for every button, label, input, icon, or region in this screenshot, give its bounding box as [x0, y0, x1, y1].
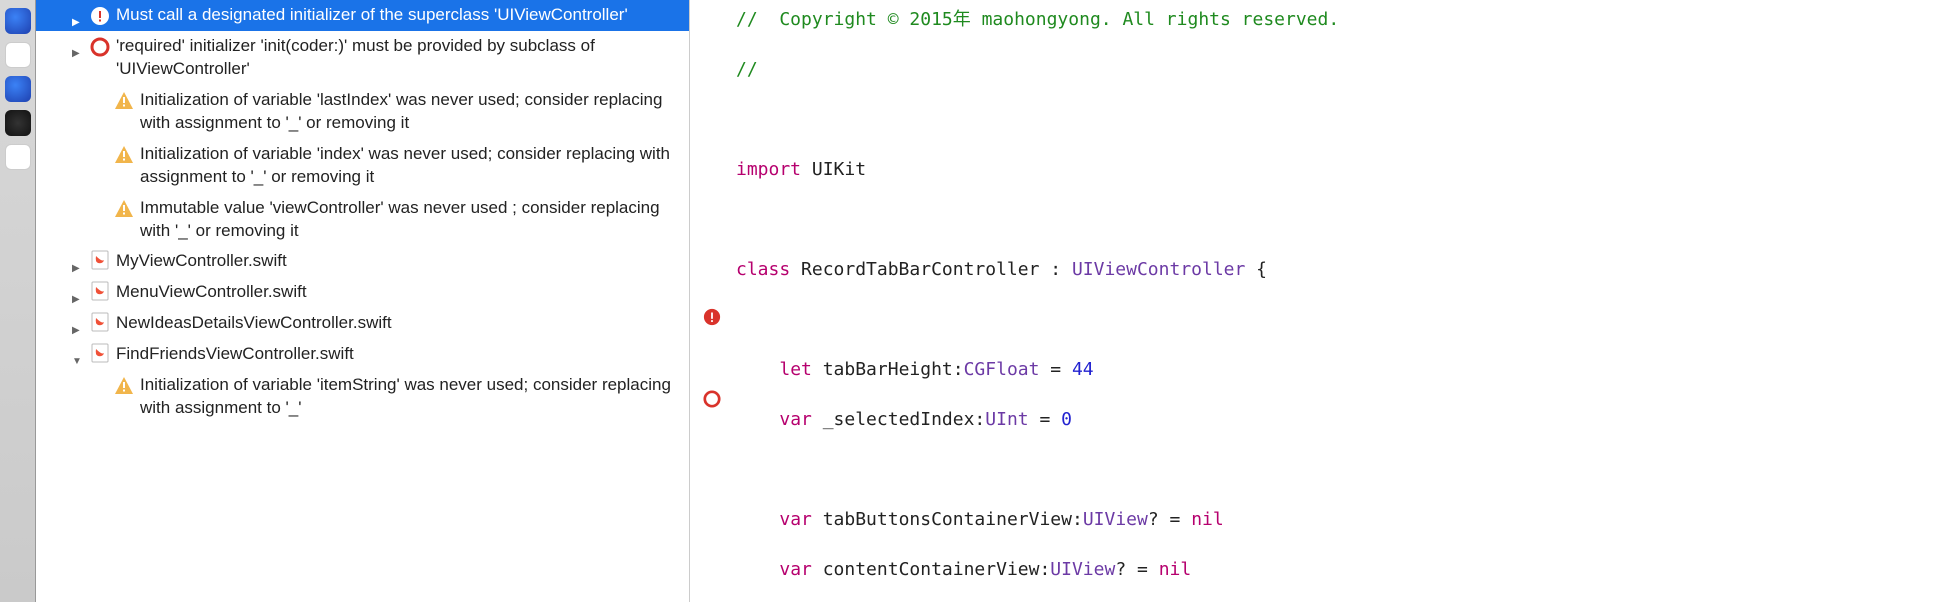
dock-app[interactable]: [5, 144, 31, 170]
warning-icon: [114, 199, 134, 219]
error-outline-icon[interactable]: [703, 390, 721, 408]
issue-text: Initialization of variable 'index' was n…: [140, 143, 681, 189]
disclosure-spacer: [96, 202, 110, 216]
disclosure-triangle-icon[interactable]: [72, 9, 86, 23]
error-outline-icon: [90, 37, 110, 57]
file-name: MenuViewController.swift: [116, 281, 681, 304]
error-icon: [90, 6, 110, 26]
issue-text: Initialization of variable 'lastIndex' w…: [140, 89, 681, 135]
dock-app[interactable]: [5, 110, 31, 136]
swift-file-icon: [90, 343, 110, 363]
issue-row[interactable]: 'required' initializer 'init(coder:)' mu…: [36, 31, 689, 85]
code-line: let tabBarHeight:CGFloat = 44: [734, 357, 1934, 382]
code-line: var tabButtonsContainerView:UIView? = ni…: [734, 507, 1934, 532]
issue-text: Immutable value 'viewController' was nev…: [140, 197, 681, 243]
issue-text: Must call a designated initializer of th…: [116, 4, 681, 27]
issue-text: Initialization of variable 'itemString' …: [140, 374, 681, 420]
disclosure-triangle-icon[interactable]: [72, 348, 86, 362]
disclosure-spacer: [96, 148, 110, 162]
issue-row[interactable]: Initialization of variable 'lastIndex' w…: [36, 85, 689, 139]
dock: [0, 0, 36, 602]
code-line: var _selectedIndex:UInt = 0: [734, 407, 1934, 432]
issue-row[interactable]: Initialization of variable 'index' was n…: [36, 139, 689, 193]
code-line: [734, 457, 1934, 482]
code-line: class RecordTabBarController : UIViewCon…: [734, 257, 1934, 282]
editor-gutter: [690, 0, 734, 602]
file-name: NewIdeasDetailsViewController.swift: [116, 312, 681, 335]
issue-row[interactable]: Initialization of variable 'itemString' …: [36, 370, 689, 424]
issue-text: 'required' initializer 'init(coder:)' mu…: [116, 35, 681, 81]
code-line: [734, 207, 1934, 232]
disclosure-spacer: [96, 94, 110, 108]
code-line: //: [734, 57, 1934, 82]
file-row[interactable]: MyViewController.swift: [36, 246, 689, 277]
disclosure-triangle-icon[interactable]: [72, 317, 86, 331]
issue-row[interactable]: Immutable value 'viewController' was nev…: [36, 193, 689, 247]
code-line: [734, 307, 1934, 332]
source-editor[interactable]: // Copyright © 2015年 maohongyong. All ri…: [734, 0, 1934, 602]
file-row[interactable]: MenuViewController.swift: [36, 277, 689, 308]
warning-icon: [114, 376, 134, 396]
dock-app[interactable]: [5, 42, 31, 68]
file-name: MyViewController.swift: [116, 250, 681, 273]
disclosure-spacer: [96, 379, 110, 393]
swift-file-icon: [90, 281, 110, 301]
code-line: import UIKit: [734, 157, 1934, 182]
code-line: [734, 107, 1934, 132]
error-icon[interactable]: [703, 308, 721, 326]
disclosure-triangle-icon[interactable]: [72, 255, 86, 269]
dock-app[interactable]: [5, 76, 31, 102]
code-line: var contentContainerView:UIView? = nil: [734, 557, 1934, 582]
disclosure-triangle-icon[interactable]: [72, 40, 86, 54]
dock-app[interactable]: [5, 8, 31, 34]
file-row[interactable]: NewIdeasDetailsViewController.swift: [36, 308, 689, 339]
warning-icon: [114, 91, 134, 111]
code-line: // Copyright © 2015年 maohongyong. All ri…: [734, 7, 1934, 32]
disclosure-triangle-icon[interactable]: [72, 286, 86, 300]
issue-row[interactable]: Must call a designated initializer of th…: [36, 0, 689, 31]
issue-navigator[interactable]: Must call a designated initializer of th…: [36, 0, 690, 602]
swift-file-icon: [90, 312, 110, 332]
file-row[interactable]: FindFriendsViewController.swift: [36, 339, 689, 370]
warning-icon: [114, 145, 134, 165]
file-name: FindFriendsViewController.swift: [116, 343, 681, 366]
swift-file-icon: [90, 250, 110, 270]
